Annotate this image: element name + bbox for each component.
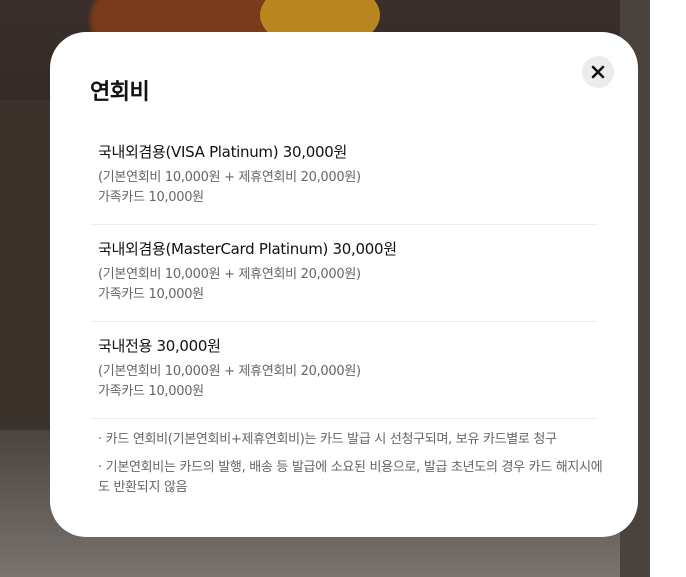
fee-breakdown: (기본연회비 10,000원 + 제휴연회비 20,000원) [98, 170, 361, 185]
fee-family-card: 가족카드 10,000원 [98, 384, 204, 399]
note-item: · 기본연회비는 카드의 발행, 배송 등 발급에 소요된 비용으로, 발급 초… [98, 460, 603, 495]
fee-item: 국내전용 30,000원 (기본연회비 10,000원 + 제휴연회비 20,0… [90, 322, 598, 419]
page-scrollbar-area [650, 0, 686, 577]
annual-fee-modal: 연회비 국내외겸용(VISA Platinum) 30,000원 (기본연회비 … [50, 32, 638, 537]
close-icon [591, 65, 605, 79]
fee-list: 국내외겸용(VISA Platinum) 30,000원 (기본연회비 10,0… [90, 128, 598, 419]
fee-family-card: 가족카드 10,000원 [98, 287, 204, 302]
fee-notes: · 카드 연회비(기본연회비+제휴연회비)는 카드 발급 시 선청구되며, 보유… [98, 430, 608, 506]
fee-title: 국내외겸용(VISA Platinum) 30,000원 [98, 143, 347, 161]
fee-family-card: 가족카드 10,000원 [98, 190, 204, 205]
note-item: · 카드 연회비(기본연회비+제휴연회비)는 카드 발급 시 선청구되며, 보유… [98, 432, 557, 447]
fee-title: 국내외겸용(MasterCard Platinum) 30,000원 [98, 240, 397, 258]
fee-item: 국내외겸용(VISA Platinum) 30,000원 (기본연회비 10,0… [90, 128, 598, 225]
fee-item: 국내외겸용(MasterCard Platinum) 30,000원 (기본연회… [90, 225, 598, 322]
fee-title: 국내전용 30,000원 [98, 337, 221, 355]
modal-title: 연회비 [90, 80, 150, 105]
fee-breakdown: (기본연회비 10,000원 + 제휴연회비 20,000원) [98, 364, 361, 379]
close-button[interactable] [582, 56, 614, 88]
fee-breakdown: (기본연회비 10,000원 + 제휴연회비 20,000원) [98, 267, 361, 282]
